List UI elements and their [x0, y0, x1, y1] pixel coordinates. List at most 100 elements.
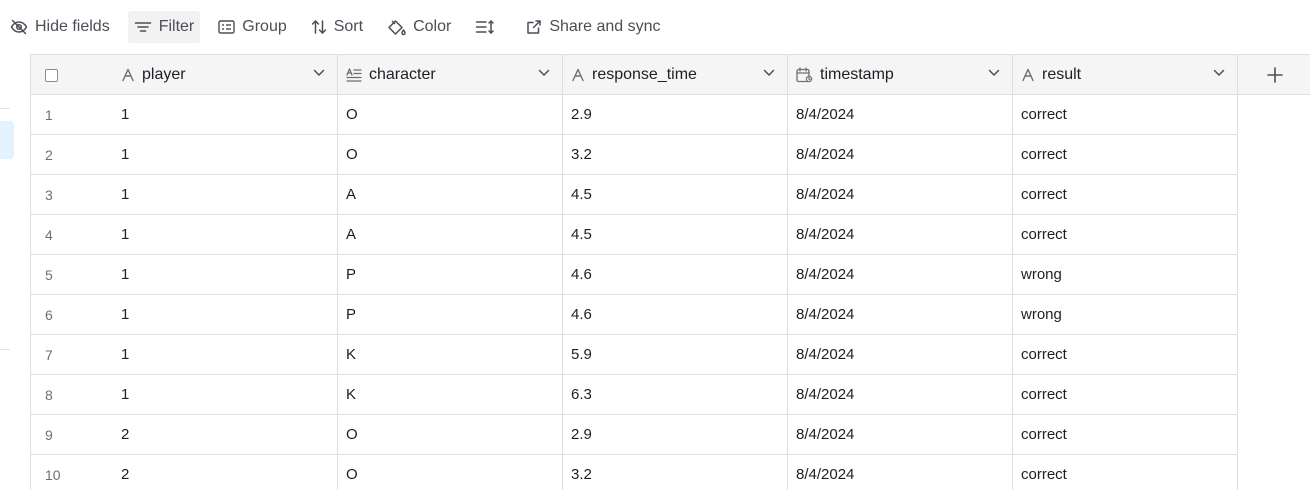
cell-player[interactable]: 1: [113, 215, 338, 255]
cell-result[interactable]: correct: [1013, 215, 1238, 255]
cell-character[interactable]: A: [338, 215, 563, 255]
row-height-button[interactable]: [469, 11, 508, 43]
cell-timestamp[interactable]: 8/4/2024: [788, 295, 1013, 335]
sort-button[interactable]: Sort: [305, 11, 369, 43]
sidebar-selected-item[interactable]: [0, 121, 14, 159]
cell-character[interactable]: A: [338, 175, 563, 215]
cell-timestamp[interactable]: 8/4/2024: [788, 415, 1013, 455]
cell-character[interactable]: P: [338, 255, 563, 295]
cell-character[interactable]: K: [338, 375, 563, 415]
select-all-checkbox[interactable]: [45, 68, 58, 82]
paint-bucket-icon: [388, 19, 406, 35]
cell-timestamp[interactable]: 8/4/2024: [788, 455, 1013, 490]
column-header-result[interactable]: result: [1013, 55, 1238, 95]
cell-result[interactable]: correct: [1013, 175, 1238, 215]
table-row[interactable]: 3 1 A 4.5 8/4/2024 correct: [31, 175, 1238, 215]
cell-result[interactable]: wrong: [1013, 295, 1238, 335]
row-number: 3: [31, 175, 113, 215]
text-icon: [121, 68, 135, 82]
text-icon: [1021, 68, 1035, 82]
select-all-cell: [31, 55, 113, 95]
cell-response-time[interactable]: 3.2: [563, 135, 788, 175]
table-row[interactable]: 4 1 A 4.5 8/4/2024 correct: [31, 215, 1238, 255]
cell-player[interactable]: 2: [113, 415, 338, 455]
cell-player[interactable]: 1: [113, 95, 338, 135]
cell-player[interactable]: 1: [113, 135, 338, 175]
column-label-character: character: [369, 66, 436, 83]
cell-response-time[interactable]: 4.5: [563, 175, 788, 215]
cell-character[interactable]: O: [338, 95, 563, 135]
filter-button[interactable]: Filter: [127, 11, 201, 43]
grid-header: player character response_time timestamp: [31, 54, 1310, 95]
cell-result[interactable]: correct: [1013, 415, 1238, 455]
cell-player[interactable]: 2: [113, 455, 338, 490]
cell-timestamp[interactable]: 8/4/2024: [788, 135, 1013, 175]
column-header-player[interactable]: player: [113, 55, 338, 95]
cell-character[interactable]: P: [338, 295, 563, 335]
chevron-down-icon[interactable]: [1213, 69, 1225, 77]
row-number: 6: [31, 295, 113, 335]
chevron-down-icon[interactable]: [763, 69, 775, 77]
chevron-down-icon[interactable]: [313, 69, 325, 77]
row-number: 10: [31, 455, 113, 490]
eye-off-icon: [10, 19, 28, 35]
cell-timestamp[interactable]: 8/4/2024: [788, 375, 1013, 415]
table-row[interactable]: 6 1 P 4.6 8/4/2024 wrong: [31, 295, 1238, 335]
cell-response-time[interactable]: 4.6: [563, 255, 788, 295]
cell-character[interactable]: K: [338, 335, 563, 375]
view-toolbar: Hide fields Filter Group Sort Color Shar…: [0, 0, 1310, 54]
cell-result[interactable]: correct: [1013, 335, 1238, 375]
cell-result[interactable]: correct: [1013, 95, 1238, 135]
cell-player[interactable]: 1: [113, 175, 338, 215]
cell-response-time[interactable]: 5.9: [563, 335, 788, 375]
cell-response-time[interactable]: 3.2: [563, 455, 788, 490]
cell-character[interactable]: O: [338, 415, 563, 455]
cell-player[interactable]: 1: [113, 255, 338, 295]
cell-player[interactable]: 1: [113, 375, 338, 415]
color-button[interactable]: Color: [381, 11, 457, 43]
cell-response-time[interactable]: 4.6: [563, 295, 788, 335]
cell-timestamp[interactable]: 8/4/2024: [788, 175, 1013, 215]
cell-response-time[interactable]: 2.9: [563, 95, 788, 135]
row-number: 2: [31, 135, 113, 175]
share-and-sync-button[interactable]: Share and sync: [520, 11, 666, 43]
cell-character[interactable]: O: [338, 455, 563, 490]
cell-result[interactable]: correct: [1013, 455, 1238, 490]
column-label-player: player: [142, 66, 186, 83]
share-and-sync-label: Share and sync: [549, 18, 661, 35]
date-icon: [796, 67, 813, 83]
table-row[interactable]: 8 1 K 6.3 8/4/2024 correct: [31, 375, 1238, 415]
cell-character[interactable]: O: [338, 135, 563, 175]
cell-result[interactable]: correct: [1013, 375, 1238, 415]
cell-timestamp[interactable]: 8/4/2024: [788, 255, 1013, 295]
cell-result[interactable]: correct: [1013, 135, 1238, 175]
table-row[interactable]: 5 1 P 4.6 8/4/2024 wrong: [31, 255, 1238, 295]
cell-timestamp[interactable]: 8/4/2024: [788, 335, 1013, 375]
table-row[interactable]: 1 1 O 2.9 8/4/2024 correct: [31, 95, 1238, 135]
hide-fields-label: Hide fields: [35, 18, 110, 35]
row-number: 9: [31, 415, 113, 455]
column-header-character[interactable]: character: [338, 55, 563, 95]
add-column-button[interactable]: [1238, 55, 1310, 95]
column-header-timestamp[interactable]: timestamp: [788, 55, 1013, 95]
cell-response-time[interactable]: 4.5: [563, 215, 788, 255]
table-row[interactable]: 10 2 O 3.2 8/4/2024 correct: [31, 455, 1238, 490]
cell-result[interactable]: wrong: [1013, 255, 1238, 295]
table-row[interactable]: 2 1 O 3.2 8/4/2024 correct: [31, 135, 1238, 175]
plus-icon: [1266, 67, 1283, 83]
cell-response-time[interactable]: 6.3: [563, 375, 788, 415]
cell-player[interactable]: 1: [113, 335, 338, 375]
group-button[interactable]: Group: [212, 11, 292, 43]
cell-response-time[interactable]: 2.9: [563, 415, 788, 455]
table-row[interactable]: 9 2 O 2.9 8/4/2024 correct: [31, 415, 1238, 455]
chevron-down-icon[interactable]: [538, 69, 550, 77]
hide-fields-button[interactable]: Hide fields: [6, 11, 116, 43]
column-header-response-time[interactable]: response_time: [563, 55, 788, 95]
group-label: Group: [242, 18, 287, 35]
cell-timestamp[interactable]: 8/4/2024: [788, 95, 1013, 135]
cell-timestamp[interactable]: 8/4/2024: [788, 215, 1013, 255]
table-row[interactable]: 7 1 K 5.9 8/4/2024 correct: [31, 335, 1238, 375]
row-number: 5: [31, 255, 113, 295]
cell-player[interactable]: 1: [113, 295, 338, 335]
chevron-down-icon[interactable]: [988, 69, 1000, 77]
